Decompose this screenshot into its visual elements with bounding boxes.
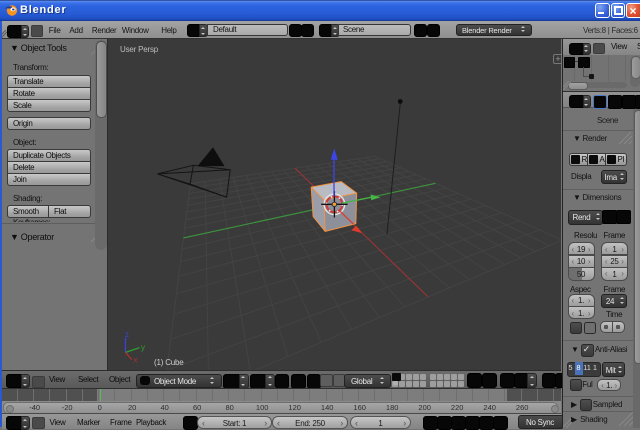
svg-text:(1) Cube: (1) Cube (154, 358, 184, 367)
svg-text:User Persp: User Persp (120, 45, 159, 54)
svg-text:x: x (134, 356, 138, 365)
svg-text:z: z (125, 330, 129, 339)
svg-text:y: y (141, 343, 145, 352)
